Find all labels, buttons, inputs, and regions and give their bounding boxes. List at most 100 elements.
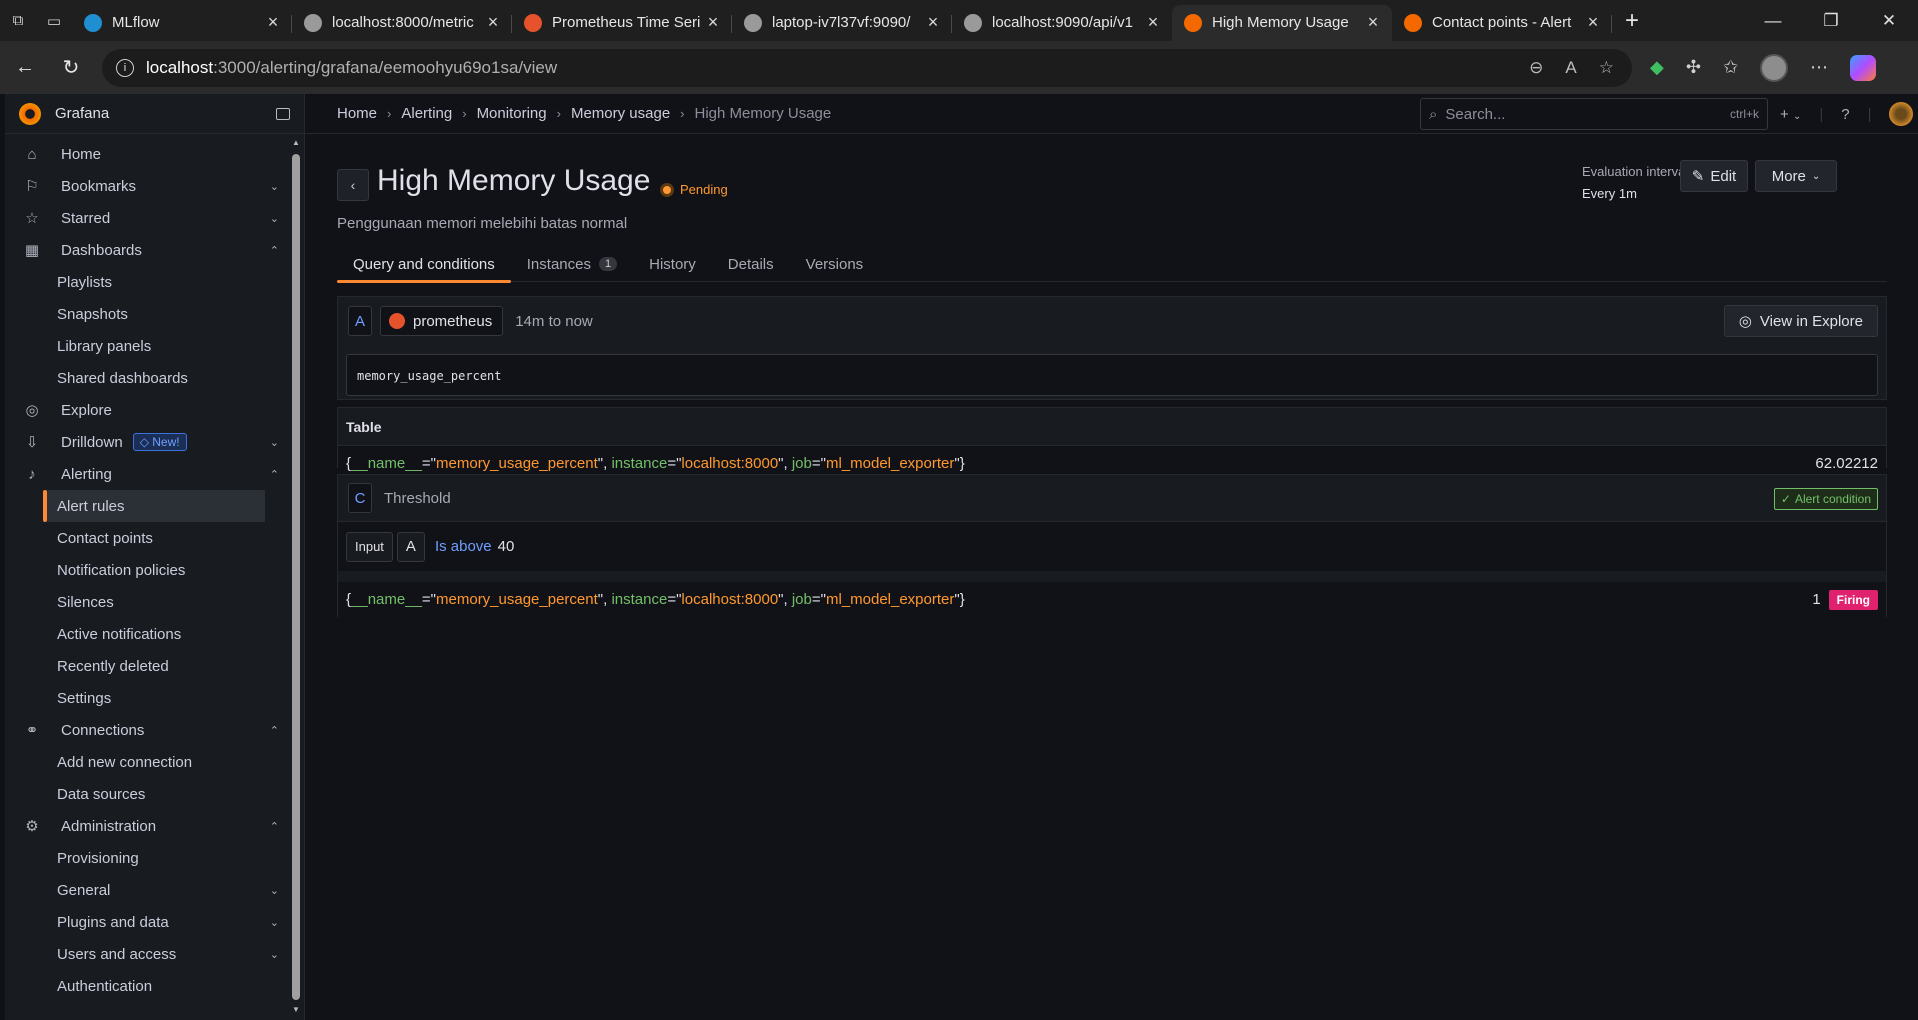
minimize-icon[interactable]: — xyxy=(1744,11,1802,31)
browser-tab[interactable]: laptop-iv7l37vf:9090/ × xyxy=(732,5,952,41)
tab-history[interactable]: History xyxy=(633,246,712,282)
sidebar-item-snapshots[interactable]: Snapshots xyxy=(5,298,287,330)
sidebar-item-users-and-access[interactable]: Users and access ⌄ xyxy=(5,938,287,970)
operator-select[interactable]: Is above xyxy=(435,538,492,555)
browser-tab[interactable]: localhost:8000/metric × xyxy=(292,5,512,41)
more-menu-icon[interactable]: ⋯ xyxy=(1810,57,1828,78)
chevron-down-icon[interactable]: ⌄ xyxy=(270,180,279,193)
sidebar-item-general[interactable]: General ⌄ xyxy=(5,874,287,906)
breadcrumb-item[interactable]: Monitoring xyxy=(477,105,547,122)
workspaces-icon[interactable]: ⧉ xyxy=(0,0,36,41)
browser-tab[interactable]: High Memory Usage × xyxy=(1172,4,1392,41)
sidebar-item-settings[interactable]: Settings xyxy=(5,682,287,714)
tab-details[interactable]: Details xyxy=(712,246,790,282)
chevron-down-icon[interactable]: ⌄ xyxy=(270,212,279,225)
user-avatar[interactable] xyxy=(1889,102,1914,126)
more-button[interactable]: More ⌄ xyxy=(1755,160,1837,192)
sidebar-item-explore[interactable]: ◎ Explore xyxy=(5,394,287,426)
close-tab-icon[interactable]: × xyxy=(1364,12,1382,33)
view-in-explore-button[interactable]: ◎ View in Explore xyxy=(1723,305,1878,337)
close-tab-icon[interactable]: × xyxy=(704,12,722,33)
browser-tab[interactable]: MLflow × xyxy=(72,5,292,41)
close-window-icon[interactable]: ✕ xyxy=(1860,11,1918,31)
sidebar-item-plugins-and-data[interactable]: Plugins and data ⌄ xyxy=(5,906,287,938)
input-ref-select[interactable]: A xyxy=(396,531,425,562)
alert-condition-badge[interactable]: ✓ Alert condition xyxy=(1773,488,1878,510)
close-tab-icon[interactable]: × xyxy=(264,12,282,33)
puzzle-icon[interactable]: ✣ xyxy=(1686,57,1701,78)
chevron-down-icon[interactable]: ⌄ xyxy=(270,884,279,897)
profile-avatar[interactable] xyxy=(1760,53,1789,82)
sidebar-item-home[interactable]: ⌂ Home xyxy=(5,138,287,170)
chevron-up-icon[interactable]: ⌃ xyxy=(270,724,279,737)
sidebar-item-contact-points[interactable]: Contact points xyxy=(5,522,287,554)
browser-tab[interactable]: Contact points - Alert × xyxy=(1392,5,1612,41)
dock-menu-icon[interactable] xyxy=(276,107,290,120)
datasource-picker[interactable]: prometheus xyxy=(380,306,504,336)
sidebar-item-starred[interactable]: ☆ Starred ⌄ xyxy=(5,202,287,234)
sidebar-item-drilldown[interactable]: ⇩ Drilldown ◇ New! ⌄ xyxy=(5,426,287,458)
scroll-up-icon[interactable]: ▲ xyxy=(292,138,300,147)
chevron-up-icon[interactable]: ⌃ xyxy=(270,468,279,481)
add-menu-button[interactable]: + ⌄ xyxy=(1780,106,1801,123)
chevron-up-icon[interactable]: ⌃ xyxy=(270,244,279,257)
browser-tab[interactable]: Prometheus Time Seri × xyxy=(512,5,732,41)
restore-icon[interactable]: ❐ xyxy=(1802,11,1860,31)
read-aloud-icon[interactable]: A xyxy=(1565,58,1576,78)
back-button[interactable]: ‹ xyxy=(337,169,369,201)
search-input[interactable]: ⌕ Search... ctrl+k xyxy=(1420,98,1768,130)
zoom-icon[interactable]: ⊖ xyxy=(1529,58,1543,78)
address-bar[interactable]: i localhost :3000/alerting/grafana/eemoo… xyxy=(102,48,1632,87)
sidebar-item-authentication[interactable]: Authentication xyxy=(5,970,287,1002)
chevron-down-icon[interactable]: ⌄ xyxy=(270,916,279,929)
vertical-tabs-icon[interactable]: ▭ xyxy=(36,0,72,41)
sidebar-item-provisioning[interactable]: Provisioning xyxy=(5,842,287,874)
breadcrumb-item[interactable]: Memory usage xyxy=(571,105,670,122)
back-arrow-icon[interactable]: ← xyxy=(2,56,48,79)
sidebar-item-administration[interactable]: ⚙ Administration ⌃ xyxy=(5,810,287,842)
sidebar-item-silences[interactable]: Silences xyxy=(5,586,287,618)
info-icon[interactable]: i xyxy=(116,58,134,77)
refresh-icon[interactable]: ↻ xyxy=(48,55,94,80)
sidebar-item-add-new-connection[interactable]: Add new connection xyxy=(5,746,287,778)
close-tab-icon[interactable]: × xyxy=(924,12,942,33)
sidebar-item-playlists[interactable]: Playlists xyxy=(5,266,287,298)
favorites-icon[interactable]: ✩ xyxy=(1723,57,1738,78)
sidebar-item-shared-dashboards[interactable]: Shared dashboards xyxy=(5,362,287,394)
favorite-star-icon[interactable]: ☆ xyxy=(1599,58,1614,78)
tab-instances[interactable]: Instances 1 xyxy=(511,246,633,282)
scrollbar-thumb[interactable] xyxy=(292,154,300,1000)
close-tab-icon[interactable]: × xyxy=(484,12,502,33)
sidebar-item-library-panels[interactable]: Library panels xyxy=(5,330,287,362)
chevron-up-icon[interactable]: ⌃ xyxy=(270,820,279,833)
tab-query-and-conditions[interactable]: Query and conditions xyxy=(337,246,511,283)
new-tab-button[interactable]: + xyxy=(1612,7,1652,35)
sidebar-item-alert-rules[interactable]: Alert rules xyxy=(43,490,265,522)
sidebar-item-connections[interactable]: ⚭ Connections ⌃ xyxy=(5,714,287,746)
grafana-logo-icon[interactable] xyxy=(19,102,41,125)
close-tab-icon[interactable]: × xyxy=(1584,12,1602,33)
breadcrumb-item[interactable]: Alerting xyxy=(401,105,452,122)
extension-icon[interactable]: ◆ xyxy=(1650,57,1664,78)
sidebar-item-data-sources[interactable]: Data sources xyxy=(5,778,287,810)
threshold-value[interactable]: 40 xyxy=(498,538,515,555)
tab-versions[interactable]: Versions xyxy=(790,246,880,282)
sidebar-item-alerting[interactable]: ♪ Alerting ⌃ xyxy=(5,458,287,490)
breadcrumb-item[interactable]: Home xyxy=(337,105,377,122)
sidebar-scrollbar[interactable]: ▲ ▼ xyxy=(292,138,301,1014)
close-tab-icon[interactable]: × xyxy=(1144,12,1162,33)
chevron-down-icon[interactable]: ⌄ xyxy=(270,436,279,449)
sidebar-item-bookmarks[interactable]: ⚐ Bookmarks ⌄ xyxy=(5,170,287,202)
sidebar-item-active-notifications[interactable]: Active notifications xyxy=(5,618,287,650)
copilot-icon[interactable] xyxy=(1850,54,1877,81)
sidebar-item-recently-deleted[interactable]: Recently deleted xyxy=(5,650,287,682)
sidebar-item-notification-policies[interactable]: Notification policies xyxy=(5,554,287,586)
query-expression[interactable]: memory_usage_percent xyxy=(346,354,1878,396)
help-icon[interactable]: ? xyxy=(1841,106,1849,123)
browser-tab[interactable]: localhost:9090/api/v1 × xyxy=(952,5,1172,41)
threshold-ref-id[interactable]: C xyxy=(348,483,372,513)
chevron-down-icon[interactable]: ⌄ xyxy=(270,948,279,961)
edit-button[interactable]: ✎ Edit xyxy=(1680,160,1748,192)
query-ref-id[interactable]: A xyxy=(348,306,372,336)
sidebar-item-dashboards[interactable]: ▦ Dashboards ⌃ xyxy=(5,234,287,266)
